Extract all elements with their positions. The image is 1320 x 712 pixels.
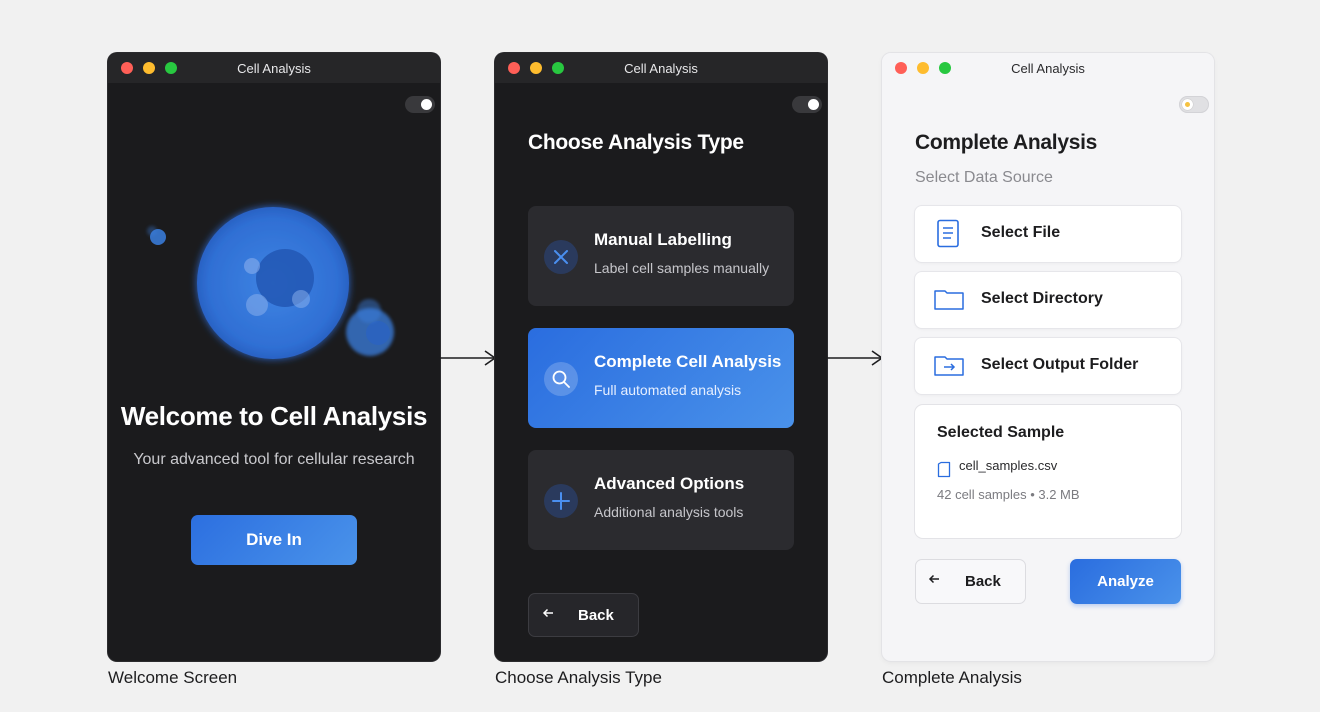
toggle-knob bbox=[1182, 99, 1193, 110]
back-button[interactable]: Back bbox=[915, 559, 1026, 604]
source-label: Select Directory bbox=[981, 290, 1103, 307]
toggle-knob bbox=[808, 99, 819, 110]
arrow-right-icon bbox=[440, 350, 497, 366]
section-subtitle: Select Data Source bbox=[915, 169, 1053, 186]
back-button-label: Back bbox=[965, 573, 1001, 590]
select-directory-button[interactable]: Select Directory bbox=[915, 272, 1181, 328]
choose-type-window: Cell Analysis Choose Analysis Type Manua… bbox=[495, 53, 827, 661]
page-title: Choose Analysis Type bbox=[528, 131, 744, 154]
option-complete-cell-analysis[interactable]: Complete Cell Analysis Full automated an… bbox=[528, 328, 794, 428]
cell-vesicle bbox=[246, 294, 268, 316]
page-title: Complete Analysis bbox=[915, 131, 1098, 154]
back-button[interactable]: Back bbox=[528, 593, 639, 637]
option-advanced-options[interactable]: Advanced Options Additional analysis too… bbox=[528, 450, 794, 550]
welcome-subtitle: Your advanced tool for cellular research bbox=[133, 451, 415, 468]
select-file-button[interactable]: Select File bbox=[915, 206, 1181, 262]
close-x-icon bbox=[544, 240, 578, 274]
option-manual-labelling[interactable]: Manual Labelling Label cell samples manu… bbox=[528, 206, 794, 306]
arrow-right-icon bbox=[827, 350, 884, 366]
folder-output-icon bbox=[934, 356, 964, 376]
welcome-title: Welcome to Cell Analysis bbox=[120, 401, 428, 431]
arrow-left-icon bbox=[928, 572, 940, 588]
folder-icon bbox=[934, 290, 964, 310]
plus-icon bbox=[544, 484, 578, 518]
theme-toggle[interactable] bbox=[1179, 96, 1209, 113]
storyboard: Cell Analysis Welcome to Cell Analysis Y… bbox=[0, 0, 1320, 712]
complete-analysis-window: Cell Analysis Complete Analysis Select D… bbox=[882, 53, 1214, 661]
window-title: Cell Analysis bbox=[1011, 61, 1085, 76]
title-bar: Cell Analysis bbox=[495, 53, 827, 83]
theme-toggle[interactable] bbox=[792, 96, 822, 113]
option-title: Advanced Options bbox=[594, 474, 745, 493]
source-label: Select Output Folder bbox=[981, 356, 1139, 373]
option-title: Manual Labelling bbox=[594, 230, 732, 249]
back-button-label: Back bbox=[578, 607, 614, 624]
tiny-cell bbox=[147, 226, 157, 236]
cell-vesicle bbox=[292, 290, 310, 308]
screen-caption: Welcome Screen bbox=[108, 668, 238, 687]
source-label: Select File bbox=[981, 224, 1061, 241]
screen-caption: Choose Analysis Type bbox=[495, 668, 662, 687]
small-cell bbox=[357, 299, 381, 323]
small-cell-nucleus bbox=[366, 321, 390, 345]
selected-sample-card: Selected Sample cell_samples.csv 42 cell… bbox=[915, 405, 1181, 538]
window-title: Cell Analysis bbox=[624, 61, 698, 76]
arrow-left-icon bbox=[542, 606, 554, 622]
cell-vesicle bbox=[244, 258, 260, 274]
title-bar: Cell Analysis bbox=[882, 53, 1214, 83]
sample-card-title: Selected Sample bbox=[937, 424, 1065, 441]
select-output-folder-button[interactable]: Select Output Folder bbox=[915, 338, 1181, 394]
sample-meta: 42 cell samples • 3.2 MB bbox=[937, 487, 1080, 502]
option-subtitle: Full automated analysis bbox=[594, 382, 742, 398]
option-subtitle: Additional analysis tools bbox=[594, 504, 744, 520]
file-icon bbox=[937, 461, 951, 478]
dive-in-button[interactable]: Dive In bbox=[191, 515, 357, 565]
cell-illustration bbox=[147, 207, 394, 359]
analyze-button[interactable]: Analyze bbox=[1070, 559, 1181, 604]
document-icon bbox=[937, 219, 959, 248]
sample-file-name: cell_samples.csv bbox=[959, 458, 1058, 473]
option-title: Complete Cell Analysis bbox=[594, 352, 782, 371]
welcome-window: Cell Analysis Welcome to Cell Analysis Y… bbox=[108, 53, 440, 661]
search-icon bbox=[544, 362, 578, 396]
option-subtitle: Label cell samples manually bbox=[594, 260, 770, 276]
screen-caption: Complete Analysis bbox=[882, 668, 1022, 687]
